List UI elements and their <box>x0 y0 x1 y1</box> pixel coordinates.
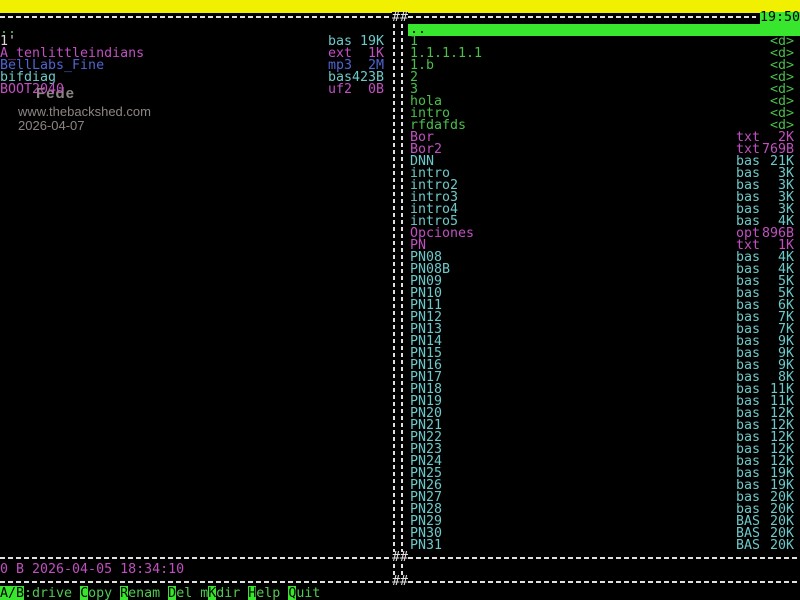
file-row[interactable]: PN19bas11K <box>0 396 800 408</box>
file-row[interactable]: 3<d> <box>0 84 800 96</box>
file-size: 20K <box>754 540 794 552</box>
menu-item-hotkey: C <box>80 586 88 600</box>
menu-item-drive[interactable]: A/B:drive <box>0 588 72 600</box>
file-row[interactable]: intro2bas3K <box>0 180 800 192</box>
menu-item-hotkey: D <box>168 586 176 600</box>
file-row[interactable]: PN09bas5K <box>0 276 800 288</box>
menu-item-rename[interactable]: Renam <box>120 588 160 600</box>
menu-item-label: opy <box>88 586 112 600</box>
menu-item-delete[interactable]: Del <box>168 588 192 600</box>
menu-item-hotkey: R <box>120 586 128 600</box>
file-row[interactable]: PNtxt1K <box>0 240 800 252</box>
file-row[interactable]: PN14bas9K <box>0 336 800 348</box>
file-row[interactable]: PN21bas12K <box>0 420 800 432</box>
file-row[interactable]: Bortxt2K <box>0 132 800 144</box>
menu-bar: A/B:driveCopyRenamDelmKdirHelpQuit <box>0 588 320 600</box>
file-row[interactable]: PN22bas12K <box>0 432 800 444</box>
menu-item-quit[interactable]: Quit <box>288 588 320 600</box>
status-bar: 0 B 2026-04-05 18:34:10 <box>0 564 184 576</box>
file-row[interactable]: PN25bas19K <box>0 468 800 480</box>
file-row[interactable]: PN29BAS20K <box>0 516 800 528</box>
menu-item-label: :drive <box>24 586 72 600</box>
clock: 19:50 <box>760 12 800 24</box>
menu-item-help[interactable]: Help <box>248 588 280 600</box>
file-name: BOOT2040 <box>0 84 64 96</box>
file-row[interactable]: PN08Bbas4K <box>0 264 800 276</box>
file-row[interactable]: intro4bas3K <box>0 204 800 216</box>
file-name: PN31 <box>410 540 442 552</box>
menu-item-label: uit <box>296 586 320 600</box>
top-border-line <box>0 16 756 18</box>
file-row[interactable]: PN17bas8K <box>0 372 800 384</box>
watermark-site: www.thebackshed.com <box>18 106 151 118</box>
file-manager-screen: B:/PN ## 19:50 ..1'bas19KA_tenlittleindi… <box>0 0 800 600</box>
file-row[interactable]: PN15bas9K <box>0 348 800 360</box>
menu-item-hotkey: A/B <box>0 586 24 600</box>
file-row[interactable]: PN08bas4K <box>0 252 800 264</box>
file-row[interactable]: introbas3K <box>0 168 800 180</box>
menu-item-copy[interactable]: Copy <box>80 588 112 600</box>
file-row[interactable]: 1.b<d> <box>0 60 800 72</box>
pane-divider-junction-bottom: ## <box>392 576 408 588</box>
selected-file-row[interactable]: .. <box>0 24 800 36</box>
file-row[interactable]: PN27bas20K <box>0 492 800 504</box>
file-row[interactable]: Opcionesopt896B <box>0 228 800 240</box>
menu-item-mkdir[interactable]: mKdir <box>200 588 240 600</box>
file-row[interactable]: PN13bas7K <box>0 324 800 336</box>
file-row[interactable]: Bor2txt769B <box>0 144 800 156</box>
file-row[interactable]: PN26bas19K <box>0 480 800 492</box>
pane-divider-junction-mid: ## <box>392 552 408 564</box>
watermark-date: 2026-04-07 <box>18 120 85 132</box>
file-row[interactable]: rfdafds<d> <box>0 120 800 132</box>
file-row[interactable]: PN30BAS20K <box>0 528 800 540</box>
file-row[interactable]: PN20bas12K <box>0 408 800 420</box>
menu-item-label: enam <box>128 586 160 600</box>
file-row[interactable]: PN24bas12K <box>0 456 800 468</box>
file-row[interactable]: PN12bas7K <box>0 312 800 324</box>
file-row[interactable]: DNNbas21K <box>0 156 800 168</box>
menu-item-label: dir <box>216 586 240 600</box>
file-row[interactable]: PN23bas12K <box>0 444 800 456</box>
menu-item-label: elp <box>256 586 280 600</box>
file-row[interactable]: PN18bas11K <box>0 384 800 396</box>
pane-divider-junction-top: ## <box>392 12 408 24</box>
file-row[interactable]: PN10bas5K <box>0 288 800 300</box>
file-row[interactable]: intro3bas3K <box>0 192 800 204</box>
file-row[interactable]: 2<d> <box>0 72 800 84</box>
file-row[interactable]: PN11bas6K <box>0 300 800 312</box>
file-row[interactable]: PN16bas9K <box>0 360 800 372</box>
file-row[interactable]: PN28bas20K <box>0 504 800 516</box>
file-row[interactable]: intro5bas4K <box>0 216 800 228</box>
menu-item-label: el <box>176 586 192 600</box>
